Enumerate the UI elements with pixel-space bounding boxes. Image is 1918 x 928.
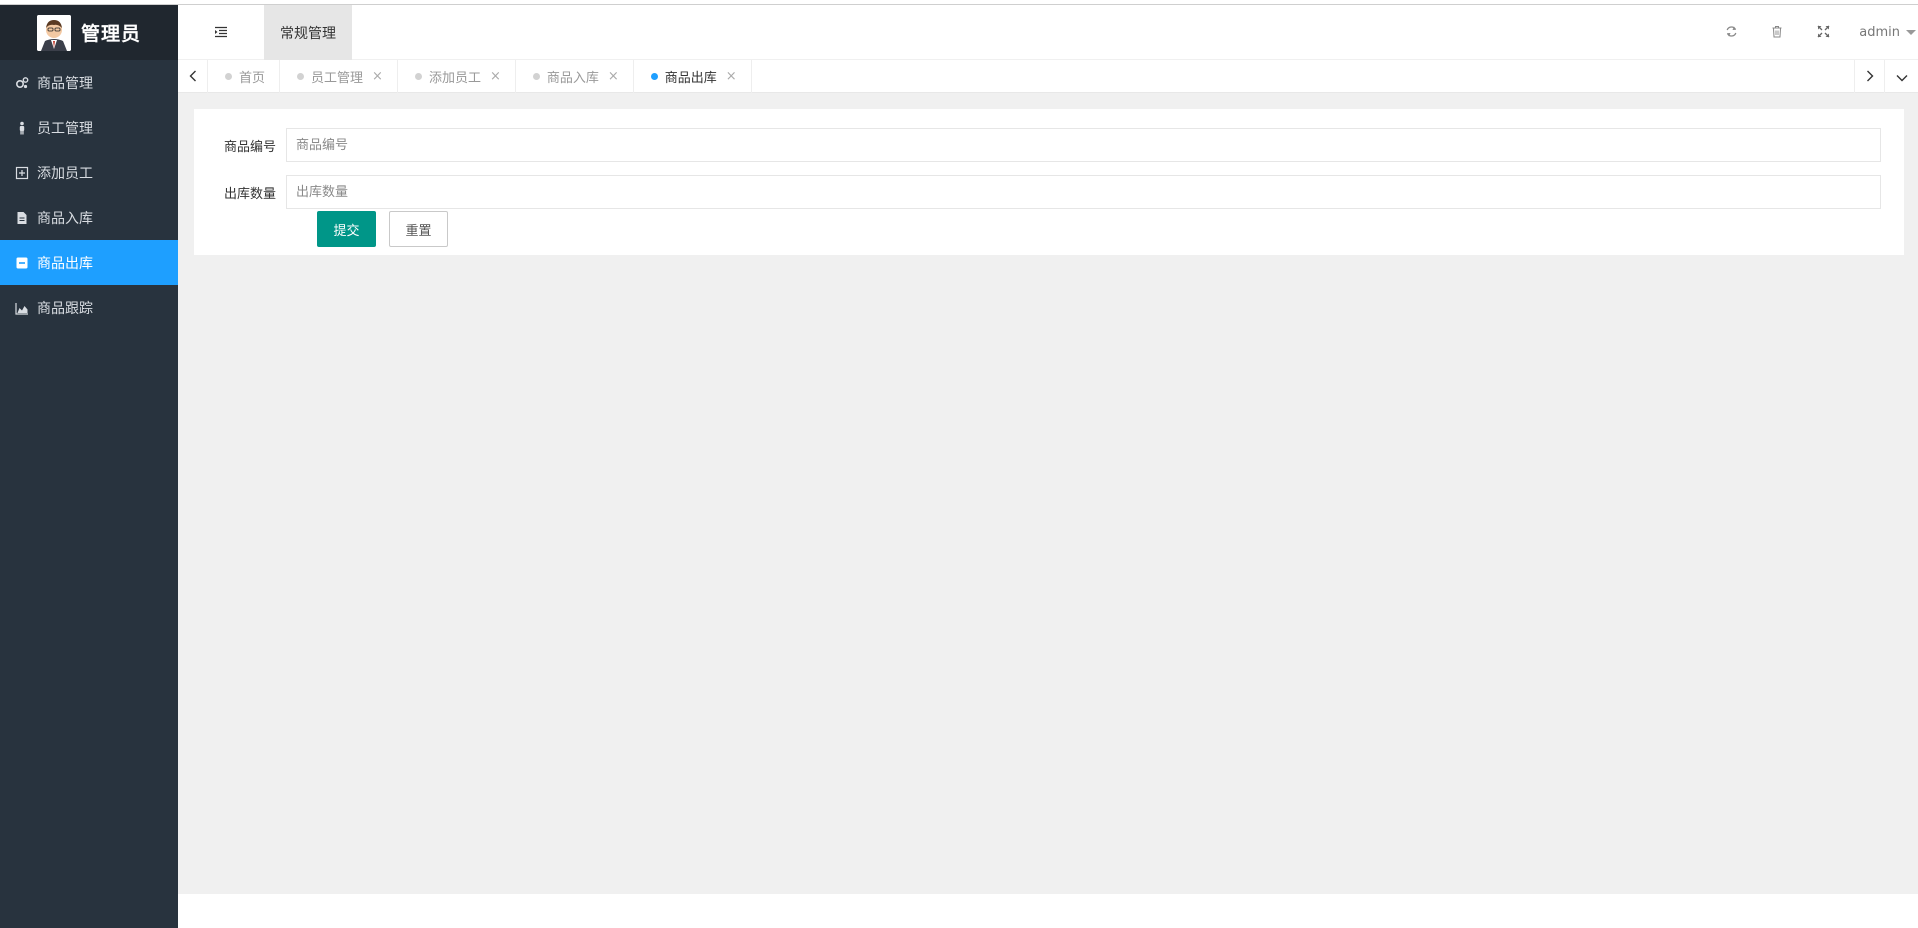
tab-add-employee[interactable]: 添加员工 × — [398, 60, 516, 93]
product-id-row: 商品编号 — [194, 127, 1881, 163]
sidebar-item-label: 添加员工 — [37, 165, 93, 182]
fullscreen-icon — [1817, 23, 1830, 42]
user-menu[interactable]: admin — [1859, 5, 1916, 60]
sidebar-item-stock-out[interactable]: 商品出库 — [0, 240, 178, 285]
chevron-left-icon — [189, 67, 197, 86]
chevron-right-icon — [1866, 67, 1874, 86]
tab-status-dot — [414, 73, 422, 80]
tab-stock-in[interactable]: 商品入库 × — [516, 60, 634, 93]
sidebar-item-label: 商品入库 — [37, 210, 93, 227]
menu-collapse-button[interactable] — [178, 5, 264, 60]
username: admin — [1859, 25, 1900, 40]
tab-label: 商品出库 — [664, 71, 717, 86]
tab-stock-out[interactable]: 商品出库 × — [634, 60, 752, 93]
page-tabs-bar: 首页 员工管理 × 添加员工 × 商品入库 × 商品出库 × — [178, 60, 1918, 93]
trash-icon — [1771, 23, 1783, 42]
menu-collapse-icon — [214, 23, 228, 42]
tab-label: 首页 — [239, 71, 266, 86]
sidebar: 管理员 商品管理 员工管理 添加员工 商品入库 商品出库 商品跟踪 — [0, 5, 178, 928]
tab-status-dot — [225, 73, 232, 80]
top-header: 常规管理 admin — [178, 5, 1918, 60]
tab-status-dot — [532, 73, 540, 80]
sidebar-item-label: 商品跟踪 — [37, 300, 93, 317]
reset-button[interactable]: 重置 — [389, 211, 448, 247]
refresh-icon — [1725, 23, 1738, 42]
quantity-input[interactable] — [286, 175, 1881, 209]
sidebar-item-stock-in[interactable]: 商品入库 — [0, 195, 178, 240]
sidebar-item-label: 商品出库 — [37, 255, 93, 272]
product-id-input[interactable] — [286, 128, 1881, 162]
page-tabs: 首页 员工管理 × 添加员工 × 商品入库 × 商品出库 × — [208, 60, 752, 93]
minus-square-icon — [15, 256, 29, 270]
refresh-button[interactable] — [1721, 22, 1741, 42]
product-id-label: 商品编号 — [223, 139, 276, 155]
header-tab-general-management[interactable]: 常规管理 — [264, 5, 352, 60]
main-content: 商品编号 出库数量 提交 重置 — [178, 93, 1918, 894]
tabs-scroll-right-button[interactable] — [1854, 60, 1884, 93]
area-chart-icon — [15, 301, 29, 315]
sidebar-item-label: 员工管理 — [37, 120, 93, 137]
quantity-label: 出库数量 — [223, 186, 276, 202]
chevron-down-icon — [1896, 67, 1908, 86]
sidebar-item-product-tracking[interactable]: 商品跟踪 — [0, 285, 178, 330]
tabs-more-dropdown[interactable] — [1884, 60, 1918, 93]
tab-status-dot — [650, 73, 658, 80]
avatar — [36, 14, 71, 51]
quantity-row: 出库数量 — [194, 174, 1881, 210]
close-icon[interactable]: × — [372, 69, 383, 84]
stock-out-form: 商品编号 出库数量 提交 重置 — [194, 109, 1904, 255]
fullscreen-button[interactable] — [1813, 22, 1833, 42]
tab-label: 商品入库 — [546, 71, 599, 86]
close-icon[interactable]: × — [490, 69, 501, 84]
tab-label: 员工管理 — [311, 71, 364, 86]
sidebar-item-label: 商品管理 — [37, 75, 93, 92]
sidebar-item-employee-management[interactable]: 员工管理 — [0, 105, 178, 150]
sidebar-item-add-employee[interactable]: 添加员工 — [0, 150, 178, 195]
tab-label: 添加员工 — [428, 71, 481, 86]
submit-button[interactable]: 提交 — [317, 211, 376, 247]
person-icon — [15, 121, 29, 135]
tab-home[interactable]: 首页 — [208, 60, 281, 93]
tab-status-dot — [297, 73, 305, 80]
tabs-scroll-left-button[interactable] — [178, 60, 208, 93]
plus-square-icon — [15, 166, 29, 180]
caret-down-icon — [1906, 30, 1916, 35]
close-icon[interactable]: × — [726, 69, 737, 84]
app-title: 管理员 — [80, 23, 141, 45]
gears-icon — [15, 76, 29, 90]
clear-cache-button[interactable] — [1767, 22, 1787, 42]
tab-employee-management[interactable]: 员工管理 × — [280, 60, 398, 93]
sidebar-item-product-management[interactable]: 商品管理 — [0, 60, 178, 105]
close-icon[interactable]: × — [608, 69, 619, 84]
sidebar-logo[interactable]: 管理员 — [0, 5, 178, 60]
document-icon — [15, 211, 29, 225]
